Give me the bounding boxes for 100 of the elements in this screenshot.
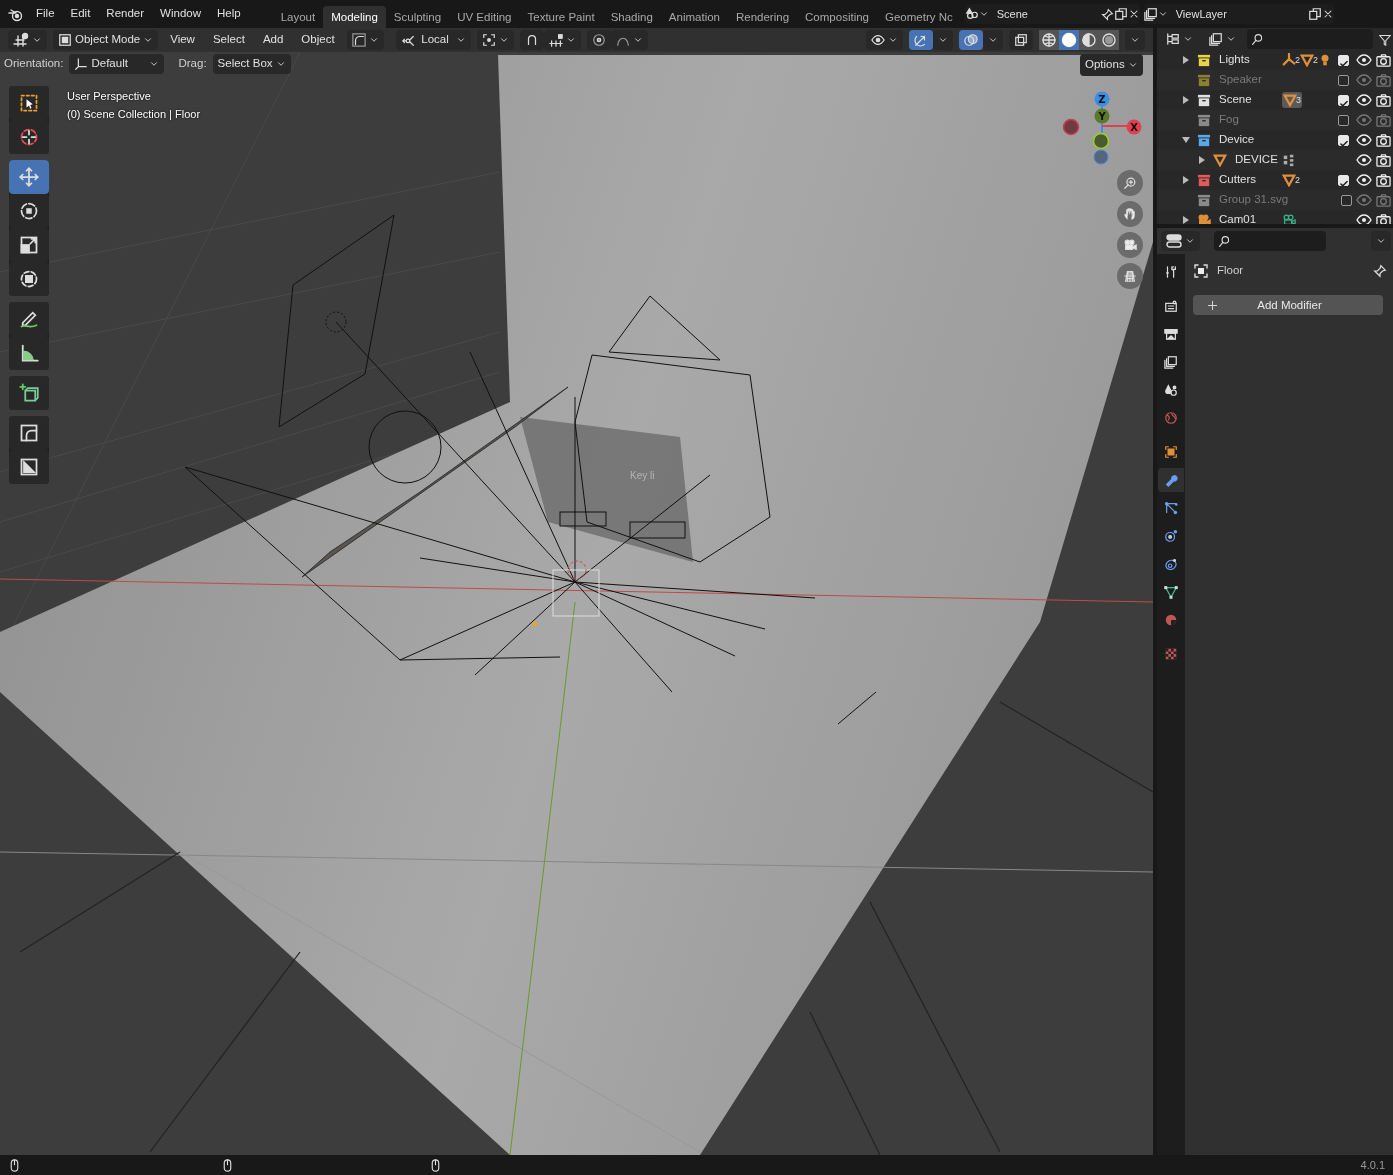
caret-icon <box>143 35 154 45</box>
wireframe-shading-icon <box>1041 32 1057 48</box>
pin-icon <box>1100 7 1114 21</box>
tool-button[interactable] <box>9 262 49 296</box>
object-icon <box>1193 262 1209 279</box>
render-icon <box>1164 298 1178 314</box>
caret-icon <box>368 35 379 45</box>
menu-item[interactable]: View <box>164 31 201 49</box>
visibility-dropdown[interactable] <box>866 30 903 50</box>
duplicate-icon <box>1113 7 1128 21</box>
shading-mode-button[interactable] <box>1059 30 1079 50</box>
menu-item[interactable]: Select <box>206 31 251 49</box>
drag-dropdown[interactable]: Select Box <box>212 54 291 74</box>
workspace-tab[interactable]: Texture Paint <box>519 6 603 28</box>
ruler-icon <box>19 343 39 363</box>
shading-mode-button[interactable] <box>1039 30 1059 50</box>
caret-icon <box>1183 34 1193 44</box>
tool-button[interactable] <box>9 194 49 228</box>
scale-icon <box>19 235 39 255</box>
shading-mode-button[interactable] <box>1099 30 1119 50</box>
workspace-tab[interactable]: UV Editing <box>449 6 520 28</box>
overlay-toggle[interactable] <box>959 30 983 50</box>
add-cube-icon <box>19 383 39 403</box>
workspace-tab[interactable]: Rendering <box>728 6 798 28</box>
caret-icon <box>1130 35 1140 45</box>
exclude-checkbox[interactable] <box>1337 114 1349 126</box>
view-layer-icon <box>1143 7 1158 21</box>
proportional-editing-toggle[interactable] <box>586 30 611 50</box>
gizmo-toggle[interactable] <box>909 30 933 50</box>
tool-button[interactable] <box>9 302 49 336</box>
particles-icon <box>1164 500 1178 516</box>
transform-orientation-dropdown[interactable]: Local <box>395 30 471 50</box>
xray-toggle[interactable] <box>1009 30 1033 50</box>
search-icon <box>1251 32 1264 46</box>
falloff-dropdown[interactable] <box>610 30 648 50</box>
tool-button[interactable] <box>9 376 49 410</box>
add-modifier-button[interactable]: Add Modifier <box>1193 295 1383 316</box>
orientation-dropdown[interactable]: Default <box>69 54 165 74</box>
snap-toggle[interactable] <box>519 30 544 50</box>
outliner-item-name[interactable]: Lights <box>1219 51 1282 69</box>
mode-dropdown[interactable]: Object Mode <box>53 30 159 50</box>
outliner-item-name[interactable]: Device <box>1219 131 1282 149</box>
navigation-gizmo[interactable]: Z Y X <box>1062 91 1142 165</box>
menu-item[interactable]: Edit <box>62 5 99 23</box>
drag-label: Drag: <box>178 56 207 72</box>
workspace-tab[interactable]: Geometry Nc <box>877 6 961 28</box>
editor-type-button[interactable] <box>1161 231 1200 251</box>
workspace-tab[interactable]: Modeling <box>323 6 386 28</box>
view-name: User Perspective <box>67 89 151 104</box>
outliner-search-field[interactable] <box>1247 29 1373 49</box>
render-camera-icon <box>1376 152 1391 168</box>
menu-item[interactable]: Object <box>295 31 341 49</box>
exclude-checkbox[interactable] <box>1337 74 1349 86</box>
properties-search-field[interactable] <box>1214 231 1326 251</box>
menu-item[interactable]: Add <box>256 31 290 49</box>
menu-item[interactable]: File <box>28 5 63 23</box>
object-options-button[interactable] <box>346 30 384 50</box>
workspace-tab[interactable]: Layout <box>272 6 324 28</box>
physics-icon <box>1164 528 1178 544</box>
camera-icon <box>1282 213 1296 224</box>
printer-icon <box>1164 326 1178 342</box>
tool-button[interactable] <box>9 416 49 450</box>
plus-icon <box>1207 299 1218 311</box>
curve-icon <box>351 33 366 47</box>
exclude-checkbox[interactable] <box>1340 194 1352 206</box>
outliner-item-name[interactable]: Cutters <box>1219 171 1282 189</box>
properties-tab[interactable] <box>1158 468 1184 492</box>
editor-type-button[interactable] <box>8 30 47 50</box>
workspace-tab[interactable]: Shading <box>602 6 661 28</box>
workspace-tab[interactable]: Compositing <box>797 6 877 28</box>
workspace-tab[interactable]: Sculpting <box>385 6 450 28</box>
caret-icon <box>978 9 989 19</box>
caret-icon <box>888 35 898 45</box>
outliner-item-name[interactable]: Scene <box>1219 91 1282 109</box>
tool-button[interactable] <box>9 120 49 154</box>
workspace-tab[interactable]: Animation <box>660 6 728 28</box>
shading-mode-button[interactable] <box>1079 30 1099 50</box>
xray-icon <box>1014 33 1028 47</box>
view-layer-selector[interactable]: ViewLayer <box>1143 4 1334 24</box>
menu-item[interactable]: Render <box>98 5 153 23</box>
tool-button[interactable] <box>9 336 49 370</box>
snap-target-dropdown[interactable] <box>543 30 581 50</box>
render-camera-icon <box>1376 92 1391 108</box>
editor-type-icon <box>1166 233 1182 249</box>
menu-item[interactable]: Help <box>209 5 249 23</box>
options-dropdown[interactable]: Options <box>1080 54 1143 76</box>
cursor-icon <box>19 127 39 147</box>
outliner-item-name[interactable]: Cam01 <box>1219 211 1282 224</box>
highlight-badge[interactable]: 3 <box>1282 92 1302 108</box>
scene-selector[interactable]: Scene <box>964 4 1140 24</box>
render-camera-icon <box>1376 72 1391 88</box>
material-shading-icon <box>1081 32 1097 48</box>
pivot-point-button[interactable] <box>476 30 514 50</box>
eye-icon <box>1356 212 1372 224</box>
render-camera-icon <box>1376 172 1391 188</box>
tool-button[interactable] <box>9 86 49 120</box>
render-camera-icon <box>1376 112 1391 128</box>
menu-item[interactable]: Window <box>152 5 209 23</box>
tool-button[interactable] <box>9 450 49 484</box>
outliner-item-name[interactable]: DEVICE <box>1235 151 1282 169</box>
